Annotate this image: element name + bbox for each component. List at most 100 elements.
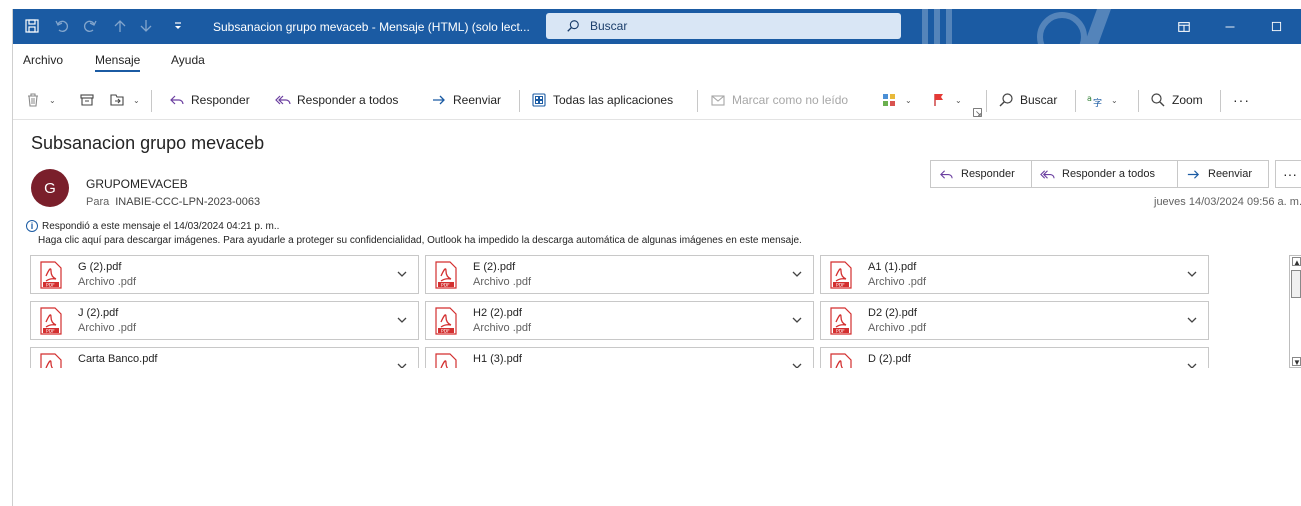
screen: Subsanacion grupo mevaceb - Mensaje (HTM… (0, 0, 1301, 506)
attachment-item[interactable]: PDF J (2).pdf Archivo .pdf (30, 301, 419, 340)
next-item-icon[interactable] (137, 17, 155, 35)
avatar[interactable]: G (31, 169, 69, 207)
previous-item-icon[interactable] (111, 17, 129, 35)
replied-info-text: Respondió a este mensaje el 14/03/2024 0… (42, 220, 280, 232)
chevron-down-icon[interactable] (396, 360, 408, 368)
redo-icon[interactable] (81, 17, 99, 35)
chevron-down-icon[interactable] (1186, 268, 1198, 280)
pdf-file-icon: PDF (435, 261, 457, 289)
mark-unread-button[interactable]: Marcar como no leído (710, 88, 848, 112)
attachment-item[interactable]: PDF Carta Banco.pdf Archivo .pdf (30, 347, 419, 368)
svg-text:PDF: PDF (836, 329, 845, 335)
tab-mensaje[interactable]: Mensaje (95, 53, 141, 72)
attachments-list: PDF G (2).pdf Archivo .pdf PDF E (2).pdf… (30, 255, 1301, 368)
sender-name[interactable]: GRUPOMEVACEB (86, 177, 188, 191)
pdf-file-icon: PDF (40, 261, 62, 289)
attachment-name: Carta Banco.pdf (78, 353, 158, 365)
tab-ayuda[interactable]: Ayuda (171, 53, 205, 67)
scroll-up-icon[interactable]: ▲ (1292, 257, 1301, 267)
customize-toolbar-icon[interactable] (169, 17, 187, 35)
chevron-down-icon[interactable]: ⌄ (49, 96, 56, 105)
tab-archivo[interactable]: Archivo (23, 53, 63, 67)
save-icon[interactable] (23, 17, 41, 35)
search-placeholder: Buscar (590, 19, 628, 33)
avatar-initial: G (44, 179, 56, 197)
attachment-item[interactable]: PDF D (2).pdf Archivo .pdf (820, 347, 1209, 368)
delete-button[interactable]: ⌄ (25, 88, 56, 112)
translate-button[interactable]: a字 ⌄ (1087, 88, 1118, 112)
header-reply-label: Responder (961, 168, 1015, 180)
archive-button[interactable] (79, 88, 101, 112)
attachment-item[interactable]: PDF D2 (2).pdf Archivo .pdf (820, 301, 1209, 340)
ribbon-separator (1220, 90, 1221, 112)
download-images-link[interactable]: Haga clic aquí para descargar imágenes. … (38, 235, 802, 246)
minimize-button[interactable] (1207, 9, 1253, 44)
svg-text:PDF: PDF (46, 283, 55, 289)
attachment-type: Archivo .pdf (868, 276, 927, 288)
move-button[interactable]: ⌄ (109, 88, 140, 112)
header-reply-button[interactable]: Responder (930, 160, 1032, 188)
translate-icon: a字 (1087, 94, 1102, 108)
attachment-item[interactable]: PDF A1 (1).pdf Archivo .pdf (820, 255, 1209, 294)
scroll-down-icon[interactable]: ▼ (1292, 357, 1301, 367)
svg-text:PDF: PDF (441, 283, 450, 289)
chevron-down-icon[interactable] (791, 314, 803, 326)
more-options-icon[interactable]: ··· (1233, 88, 1250, 112)
pdf-file-icon: PDF (40, 353, 62, 368)
chevron-down-icon[interactable]: ⌄ (133, 96, 140, 105)
ribbon-display-icon[interactable] (1161, 9, 1207, 44)
chevron-down-icon[interactable]: ⌄ (1111, 96, 1118, 105)
attachment-type: Archivo .pdf (473, 322, 532, 334)
search-icon (999, 93, 1013, 107)
reply-icon (170, 95, 184, 105)
all-apps-button[interactable]: Todas las aplicaciones (531, 88, 673, 112)
attachment-item[interactable]: PDF E (2).pdf Archivo .pdf (425, 255, 814, 294)
attachments-scrollbar[interactable]: ▲ ▼ (1289, 255, 1301, 368)
scrollbar-thumb[interactable] (1291, 270, 1301, 298)
envelope-icon (711, 95, 725, 106)
categorize-button[interactable]: ⌄ (881, 88, 912, 112)
window-title: Subsanacion grupo mevaceb - Mensaje (HTM… (213, 20, 530, 34)
flag-button[interactable]: ⌄ (931, 88, 962, 112)
attachment-name: H2 (2).pdf (473, 307, 522, 319)
attachment-type: Archivo .pdf (78, 276, 137, 288)
attachment-item[interactable]: PDF H1 (3).pdf Archivo .pdf (425, 347, 814, 368)
ribbon-toolbar: ⌄ ⌄ Responder Responder a todos Reenviar (13, 80, 1301, 120)
ribbon-search-button[interactable]: Buscar (998, 88, 1057, 112)
message-subject: Subsanacion grupo mevaceb (31, 133, 265, 153)
apps-grid-icon (532, 93, 546, 107)
chevron-down-icon[interactable] (791, 268, 803, 280)
chevron-down-icon[interactable] (396, 314, 408, 326)
forward-button[interactable]: Reenviar (431, 88, 501, 112)
header-reply-all-button[interactable]: Responder a todos (1031, 160, 1178, 188)
title-bar: Subsanacion grupo mevaceb - Mensaje (HTM… (13, 9, 1301, 44)
attachment-name: J (2).pdf (78, 307, 119, 319)
message-date: jueves 14/03/2024 09:56 a. m. (1154, 196, 1301, 208)
chevron-down-icon[interactable] (1186, 314, 1198, 326)
chevron-down-icon[interactable]: ⌄ (905, 96, 912, 105)
chevron-down-icon[interactable] (1186, 360, 1198, 368)
reply-all-button[interactable]: Responder a todos (275, 88, 398, 112)
chevron-down-icon[interactable] (396, 268, 408, 280)
pdf-file-icon: PDF (40, 307, 62, 335)
attachment-item[interactable]: PDF G (2).pdf Archivo .pdf (30, 255, 419, 294)
reply-all-label: Responder a todos (297, 93, 399, 107)
chevron-down-icon[interactable]: ⌄ (955, 96, 962, 105)
zoom-button[interactable]: Zoom (1150, 88, 1203, 112)
attachment-type: Archivo .pdf (78, 322, 137, 334)
header-more-options-icon[interactable]: ··· (1275, 160, 1301, 188)
maximize-button[interactable] (1253, 9, 1299, 44)
chevron-down-icon[interactable] (791, 360, 803, 368)
header-forward-button[interactable]: Reenviar (1177, 160, 1269, 188)
pdf-file-icon: PDF (830, 307, 852, 335)
reply-button[interactable]: Responder (169, 88, 250, 112)
info-icon: i (26, 220, 38, 232)
recipient[interactable]: INABIE-CCC-LPN-2023-0063 (115, 196, 260, 208)
svg-text:a: a (1087, 94, 1092, 103)
categorize-icon (883, 94, 895, 106)
archive-icon (80, 94, 94, 106)
attachment-item[interactable]: PDF H2 (2).pdf Archivo .pdf (425, 301, 814, 340)
background-window-edge (0, 0, 12, 506)
search-input[interactable]: Buscar (546, 13, 901, 39)
undo-icon[interactable] (53, 17, 71, 35)
